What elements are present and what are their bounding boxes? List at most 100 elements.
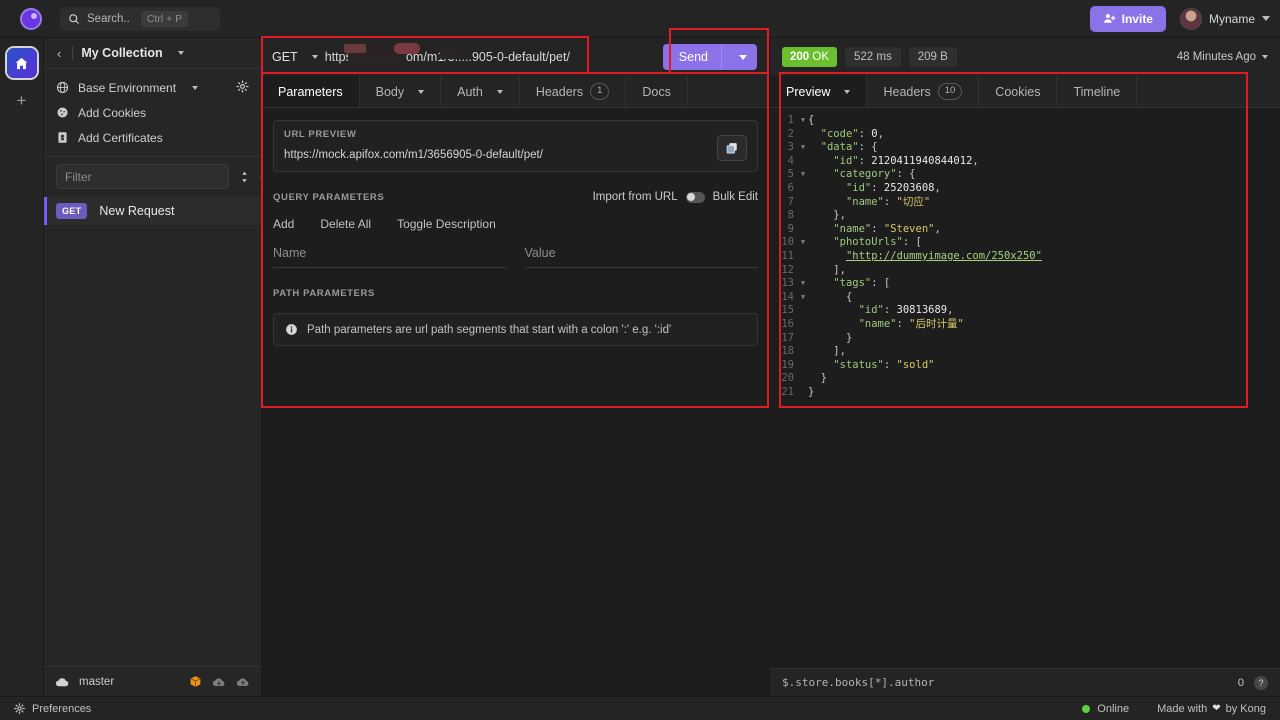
fold-toggle-icon[interactable]: ▼	[798, 168, 808, 182]
token-k: "id"	[859, 304, 884, 316]
branch-name[interactable]: master	[79, 676, 114, 688]
query-parameters-actions: Import from URL Bulk Edit	[593, 191, 758, 203]
sidebar-item-label: Base Environment	[78, 81, 176, 95]
code-line: 21}	[770, 386, 1280, 400]
copy-icon[interactable]	[717, 135, 747, 161]
chevron-down-icon[interactable]	[192, 86, 198, 90]
token-k: "photoUrls"	[833, 236, 903, 248]
fold-toggle-icon[interactable]: ▼	[798, 236, 808, 250]
user-name[interactable]: Myname	[1209, 12, 1255, 26]
toggle-description-button[interactable]: Toggle Description	[397, 217, 496, 231]
package-icon[interactable]	[189, 675, 202, 688]
tab-auth[interactable]: Auth	[441, 76, 520, 107]
code-line: 19 "status": "sold"	[770, 359, 1280, 373]
sidebar-item-add-certificates[interactable]: Add Certificates	[44, 125, 261, 150]
param-value-input[interactable]: Value	[525, 246, 759, 268]
tab-preview[interactable]: Preview	[770, 76, 867, 107]
token-lnk[interactable]: "http://dummyimage.com/250x250"	[846, 250, 1042, 262]
sidebar-item-add-cookies[interactable]: Add Cookies	[44, 100, 261, 125]
tab-body[interactable]: Body	[360, 76, 442, 107]
certificate-icon	[56, 131, 69, 144]
fold-toggle-icon[interactable]: ▼	[798, 114, 808, 128]
add-param-button[interactable]: Add	[273, 217, 294, 231]
code-text: "status": "sold"	[808, 359, 934, 373]
code-line: 2 "code": 0,	[770, 128, 1280, 142]
cloud-upload-icon[interactable]	[236, 676, 250, 688]
method-selector[interactable]: GET	[272, 50, 318, 64]
main-panes: GET https://mock.. .om/m1/3.....905-0-de…	[262, 38, 1280, 696]
token-p: {	[808, 114, 814, 126]
token-p: ,	[878, 128, 884, 140]
token-p: {	[846, 291, 852, 303]
line-number: 3	[770, 141, 798, 155]
response-filter-bar: $.store.books[*].author 0 ?	[770, 668, 1280, 696]
query-parameter-row: Name Value	[273, 246, 758, 268]
toggle-switch-icon[interactable]	[686, 192, 705, 203]
home-icon[interactable]	[7, 48, 37, 78]
token-n: 30813689	[897, 304, 948, 316]
made-with-suffix: by Kong	[1226, 703, 1266, 715]
gear-icon[interactable]	[236, 80, 249, 96]
avatar[interactable]	[1180, 8, 1202, 30]
url-input[interactable]: GET https://mock.. .om/m1/3.....905-0-de…	[262, 38, 655, 76]
preferences-button[interactable]: Preferences	[32, 703, 91, 715]
tab-parameters[interactable]: Parameters	[262, 76, 360, 107]
token-k: "name"	[846, 196, 884, 208]
fold-toggle-icon[interactable]: ▼	[798, 291, 808, 305]
cloud-icon[interactable]	[55, 676, 70, 688]
query-parameters-title: QUERY PARAMETERS	[273, 192, 384, 203]
code-text: {	[808, 291, 852, 305]
tab-timeline[interactable]: Timeline	[1057, 76, 1137, 107]
delete-all-params-button[interactable]: Delete All	[320, 217, 371, 231]
tab-cookies[interactable]: Cookies	[979, 76, 1057, 107]
code-line: 4 "id": 2120411940844012,	[770, 155, 1280, 169]
invite-button[interactable]: Invite	[1090, 6, 1166, 32]
cloud-upload-glyph-icon	[236, 676, 250, 688]
filter-input[interactable]	[56, 164, 229, 189]
send-area: Send	[655, 44, 769, 70]
fold-toggle-icon[interactable]: ▼	[798, 141, 808, 155]
token-p: :	[884, 359, 897, 371]
token-p: :	[897, 318, 910, 330]
param-name-input[interactable]: Name	[273, 246, 507, 268]
app-body: + ‹ My Collection Base Environment	[0, 38, 1280, 696]
chevron-down-icon[interactable]	[1262, 16, 1270, 21]
sidebar-item-base-environment[interactable]: Base Environment	[44, 75, 261, 100]
chevron-down-icon	[844, 90, 850, 94]
code-line: 15 "id": 30813689,	[770, 304, 1280, 318]
tab-badge: 10	[938, 83, 963, 99]
insomnia-logo-icon[interactable]	[20, 8, 42, 30]
collection-title[interactable]: My Collection	[81, 46, 162, 60]
tab-docs[interactable]: Docs	[626, 76, 687, 107]
line-number: 4	[770, 155, 798, 169]
gear-glyph-icon	[236, 80, 249, 93]
jsonpath-filter-input[interactable]: $.store.books[*].author	[782, 676, 1228, 689]
list-item[interactable]: GET New Request	[44, 197, 261, 225]
chevron-down-icon[interactable]	[722, 55, 757, 60]
response-timestamp[interactable]: 48 Minutes Ago	[1177, 51, 1268, 63]
sort-icon[interactable]	[238, 170, 251, 184]
line-number: 6	[770, 182, 798, 196]
chevron-down-icon[interactable]	[178, 51, 184, 55]
search-input[interactable]: Search.. Ctrl + P	[60, 7, 220, 31]
divider	[72, 46, 73, 60]
token-p: ,	[947, 304, 953, 316]
code-text: "tags": [	[808, 277, 890, 291]
send-button[interactable]: Send	[663, 44, 757, 70]
cloud-download-icon[interactable]	[212, 676, 226, 688]
response-body-viewer[interactable]: 1▼{2 "code": 0,3▼ "data": {4 "id": 21204…	[770, 108, 1280, 668]
line-number: 15	[770, 304, 798, 318]
tab-response-headers[interactable]: Headers 10	[867, 76, 979, 107]
line-number: 13	[770, 277, 798, 291]
response-size-badge: 209 B	[909, 47, 957, 67]
question-mark-icon[interactable]: ?	[1254, 676, 1268, 690]
tab-headers[interactable]: Headers 1	[520, 76, 627, 107]
gear-icon[interactable]	[14, 703, 25, 714]
code-line: 1▼{	[770, 114, 1280, 128]
import-from-url-link[interactable]: Import from URL	[593, 191, 678, 203]
chevron-left-icon[interactable]: ‹	[54, 46, 64, 61]
bulk-edit-link[interactable]: Bulk Edit	[713, 191, 758, 203]
token-k: "category"	[833, 168, 896, 180]
fold-toggle-icon[interactable]: ▼	[798, 277, 808, 291]
plus-icon[interactable]: +	[17, 92, 27, 109]
